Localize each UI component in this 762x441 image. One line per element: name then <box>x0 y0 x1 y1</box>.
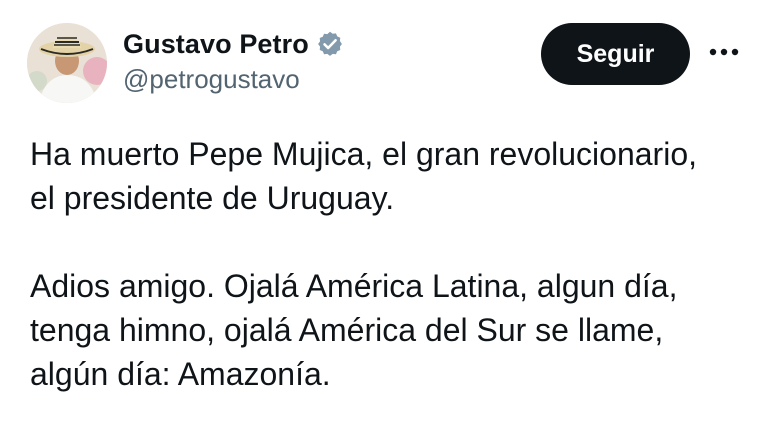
paragraph-break <box>30 220 750 264</box>
more-options-button[interactable] <box>706 40 742 64</box>
tweet-line: algún día: Amazonía. <box>30 356 331 392</box>
tweet-line: Adios amigo. Ojalá América Latina, algun… <box>30 268 678 304</box>
author-display-name[interactable]: Gustavo Petro <box>123 29 309 60</box>
more-horizontal-icon <box>709 48 739 56</box>
avatar-image <box>27 23 107 103</box>
tweet-text: Ha muerto Pepe Mujica, el gran revolucio… <box>30 132 750 396</box>
tweet-line: tenga himno, ojalá América del Sur se ll… <box>30 312 664 348</box>
verified-badge-icon <box>316 30 344 58</box>
follow-button[interactable]: Seguir <box>541 23 690 85</box>
author-handle[interactable]: @petrogustavo <box>123 64 300 95</box>
avatar[interactable] <box>27 23 107 103</box>
tweet-card: Gustavo Petro @petrogustavo Seguir Ha mu… <box>0 0 762 441</box>
author-name-row: Gustavo Petro <box>123 26 344 62</box>
tweet-line: Ha muerto Pepe Mujica, el gran revolucio… <box>30 136 697 172</box>
tweet-line: el presidente de Uruguay. <box>30 180 395 216</box>
